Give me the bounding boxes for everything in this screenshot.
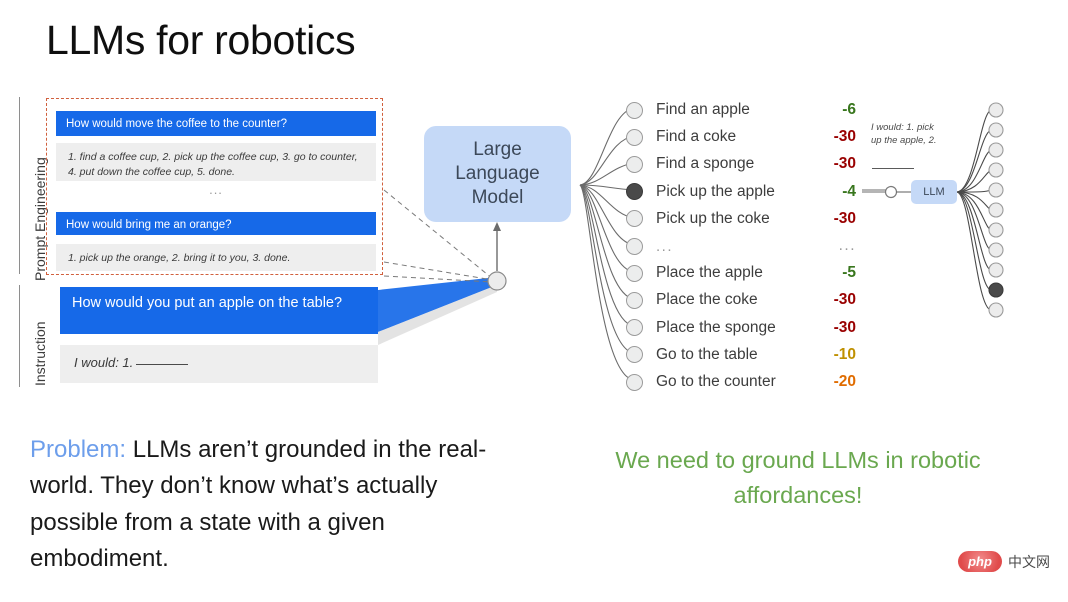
option-row[interactable]: Find a sponge <box>626 153 754 175</box>
option-label: Find a coke <box>656 128 737 146</box>
option-label: Go to the table <box>656 345 758 363</box>
option-node[interactable] <box>626 373 643 391</box>
instruction-question: How would you put an apple on the table? <box>60 287 378 334</box>
option-score: -30 <box>833 155 856 173</box>
option-node[interactable] <box>626 237 643 255</box>
prompt-question-1: How would move the coffee to the counter… <box>56 111 376 136</box>
instruction-connector-shadow <box>378 285 497 345</box>
option-row[interactable]: Find an apple <box>626 99 750 121</box>
instruction-connector-wedge <box>378 277 497 332</box>
option-label: Find an apple <box>656 101 750 118</box>
prompt-question-2: How would bring me an orange? <box>56 212 376 235</box>
llm-box-line-1: Large <box>473 138 522 160</box>
prompt-section-bracket <box>19 97 20 274</box>
watermark-site-text: 中文网 <box>1008 553 1050 570</box>
affordance-statement: We need to ground LLMs in robotic afford… <box>615 447 981 509</box>
right-panel-underline <box>872 168 914 169</box>
right-panel-note: I would: 1. pick up the apple, 2. <box>871 122 937 146</box>
llm-box-line-2: Language <box>455 162 540 184</box>
option-label: ... <box>656 237 674 255</box>
watermark: php 中文网 <box>958 551 1050 572</box>
option-row[interactable]: ... <box>626 235 673 257</box>
option-label: Pick up the coke <box>656 209 770 227</box>
instruction-answer-prefix: I would: 1. <box>74 355 134 370</box>
option-score: -30 <box>833 291 856 309</box>
llm-input-arrowhead <box>493 222 501 231</box>
prompt-ellipsis: ... <box>209 182 223 197</box>
instruction-section-label: Instruction <box>32 321 48 386</box>
option-row[interactable]: Pick up the coke <box>626 208 770 230</box>
right-fan-nodes <box>988 102 1004 318</box>
php-logo-icon: php <box>958 551 1002 572</box>
option-label: Place the apple <box>656 264 763 282</box>
option-label: Find a sponge <box>656 155 755 173</box>
prompt-connector-3 <box>383 275 494 283</box>
prompt-connector-2 <box>383 261 494 281</box>
problem-statement: Problem: LLMs aren’t grounded in the rea… <box>30 432 530 578</box>
option-label: Place the sponge <box>656 318 776 336</box>
option-row[interactable]: Go to the table <box>626 344 758 366</box>
option-node[interactable] <box>626 291 643 309</box>
option-node[interactable] <box>626 319 643 337</box>
option-score: -30 <box>833 318 856 336</box>
option-score: -20 <box>833 373 856 390</box>
llm-small-box: LLM <box>911 180 957 204</box>
page-title: LLMs for robotics <box>46 17 356 63</box>
instruction-section-bracket <box>19 285 20 387</box>
option-node-selected[interactable] <box>626 183 643 201</box>
option-score: -5 <box>842 264 856 282</box>
large-language-model-box: Large Language Model <box>424 126 571 222</box>
option-row[interactable]: Place the coke <box>626 289 758 311</box>
option-node[interactable] <box>626 264 643 282</box>
prompt-answer-1: 1. find a coffee cup, 2. pick up the cof… <box>56 143 376 181</box>
option-row[interactable]: Go to the counter <box>626 371 776 393</box>
option-row[interactable]: Find a coke <box>626 126 736 148</box>
junction-node <box>487 271 507 291</box>
option-fan-right <box>956 109 992 311</box>
option-row[interactable]: Place the sponge <box>626 317 776 339</box>
option-score: -30 <box>833 128 856 146</box>
option-score: ... <box>838 237 856 254</box>
option-label: Place the coke <box>656 291 758 309</box>
option-row[interactable]: Pick up the apple <box>626 181 775 203</box>
llm-box-line-3: Model <box>471 187 524 209</box>
answer-blank-line <box>136 364 189 365</box>
option-score: -10 <box>833 345 856 363</box>
instruction-answer: I would: 1. <box>60 345 378 383</box>
option-row[interactable]: Place the apple <box>626 262 763 284</box>
option-score: -6 <box>842 101 856 118</box>
option-label: Pick up the apple <box>656 182 775 200</box>
option-node[interactable] <box>626 128 643 146</box>
problem-keyword: Problem: <box>30 436 127 463</box>
option-node[interactable] <box>626 155 643 173</box>
option-node[interactable] <box>626 346 643 364</box>
option-score: -4 <box>842 182 856 200</box>
option-node[interactable] <box>626 101 643 119</box>
option-score: -30 <box>833 209 856 227</box>
slide-canvas: LLMs for robotics Prompt Engineering Ins… <box>0 0 1068 602</box>
option-node[interactable] <box>626 210 643 228</box>
option-label: Go to the counter <box>656 373 776 390</box>
right-panel-node <box>884 185 898 199</box>
prompt-answer-2: 1. pick up the orange, 2. bring it to yo… <box>56 244 376 271</box>
